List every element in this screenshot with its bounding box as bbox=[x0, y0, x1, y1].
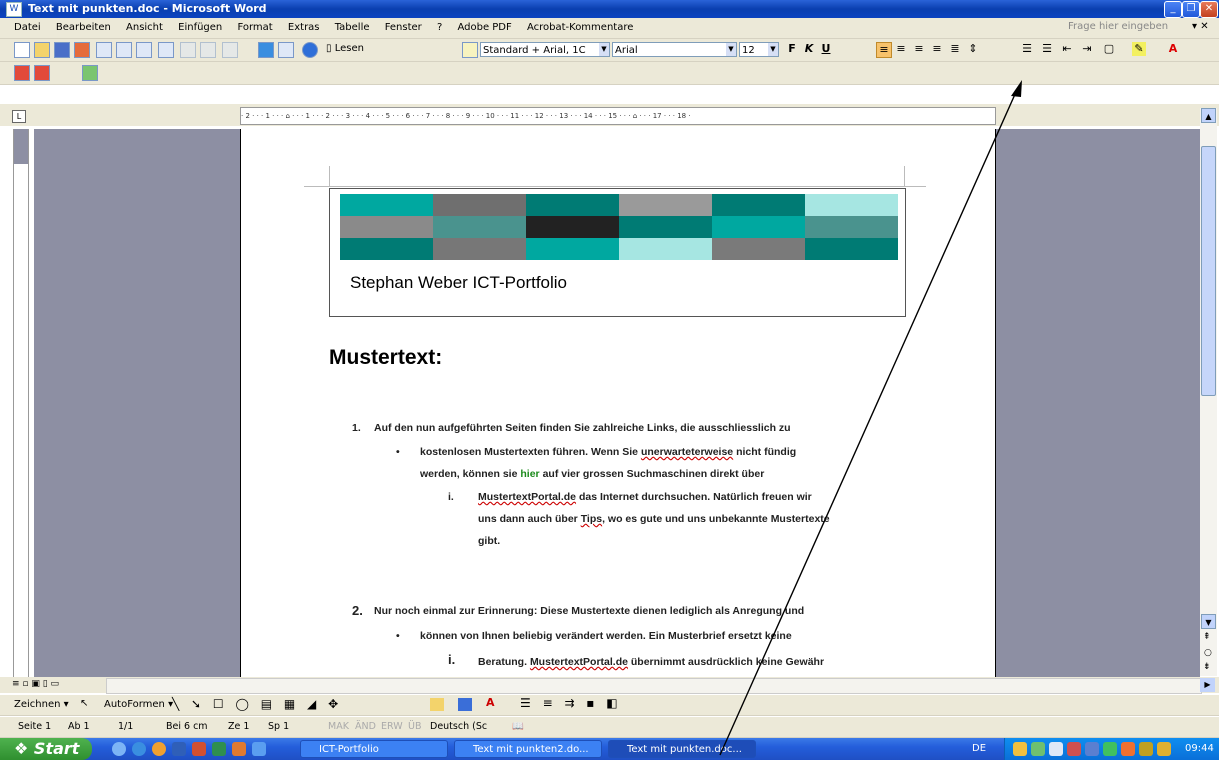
annotation-arrow bbox=[719, 80, 1022, 756]
